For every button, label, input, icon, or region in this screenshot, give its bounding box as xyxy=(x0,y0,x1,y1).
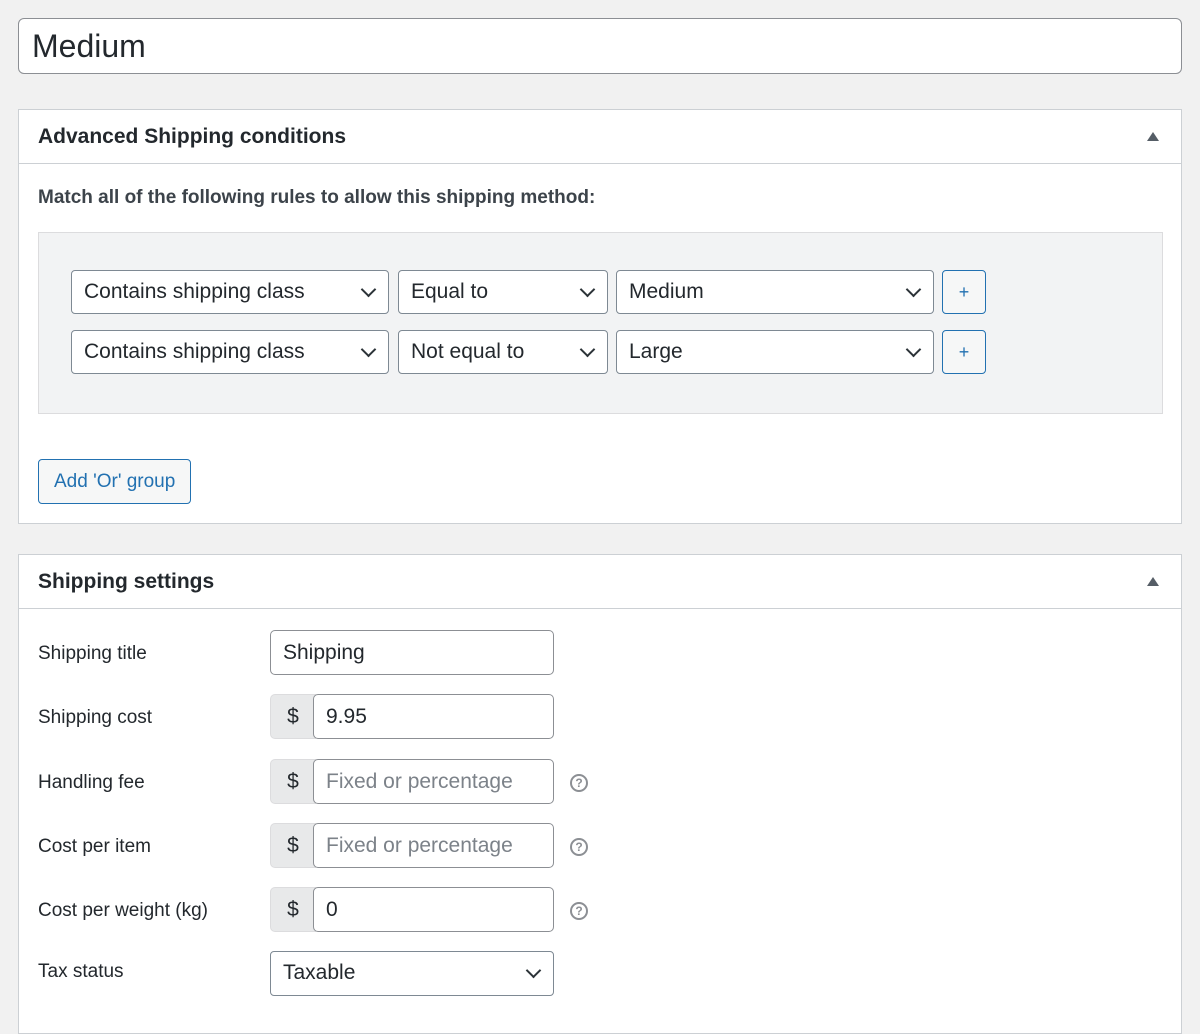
triangle-up-icon[interactable] xyxy=(1147,132,1159,141)
currency-addon: $ xyxy=(270,823,316,868)
cost-per-weight-label: Cost per weight (kg) xyxy=(38,900,209,921)
rule-value-value: Large xyxy=(629,340,683,363)
chevron-down-icon xyxy=(905,281,922,298)
tax-status-label: Tax status xyxy=(38,961,124,982)
shipping-title-label: Shipping title xyxy=(38,643,147,664)
cost-per-item-label: Cost per item xyxy=(38,836,151,857)
handling-fee-input[interactable]: Fixed or percentage xyxy=(313,759,554,804)
currency-addon: $ xyxy=(270,887,316,932)
chevron-down-icon xyxy=(525,962,542,979)
tax-status-value: Taxable xyxy=(283,961,356,984)
triangle-up-icon[interactable] xyxy=(1147,577,1159,586)
conditions-box: Advanced Shipping conditions Match all o… xyxy=(18,109,1182,524)
rule-operator-value: Equal to xyxy=(411,280,489,303)
currency-addon: $ xyxy=(270,694,316,739)
cost-per-item-input[interactable]: Fixed or percentage xyxy=(313,823,554,868)
add-or-group-button[interactable]: Add 'Or' group xyxy=(38,459,192,504)
rule-operator-select[interactable]: Not equal to xyxy=(398,330,608,374)
currency-addon: $ xyxy=(270,759,316,804)
shipping-title-input[interactable]: Shipping xyxy=(270,630,554,675)
settings-box: Shipping settings Shipping title Shippin… xyxy=(18,554,1182,1034)
settings-box-title: Shipping settings xyxy=(38,569,215,593)
rules-group: Contains shipping class Equal to Medium … xyxy=(38,232,1163,414)
rule-condition-select[interactable]: Contains shipping class xyxy=(71,270,389,314)
conditions-box-header[interactable]: Advanced Shipping conditions xyxy=(19,110,1181,164)
rule-condition-value: Contains shipping class xyxy=(84,280,305,303)
add-rule-button[interactable]: + xyxy=(942,330,986,374)
cost-per-weight-input[interactable]: 0 xyxy=(313,887,554,932)
question-circle-icon[interactable]: ? xyxy=(570,838,588,856)
chevron-down-icon xyxy=(360,281,377,298)
chevron-down-icon xyxy=(579,281,596,298)
rule-value-select[interactable]: Large xyxy=(616,330,934,374)
settings-box-header[interactable]: Shipping settings xyxy=(19,555,1181,609)
tax-status-select[interactable]: Taxable xyxy=(270,951,554,996)
chevron-down-icon xyxy=(579,341,596,358)
conditions-box-title: Advanced Shipping conditions xyxy=(38,124,347,148)
shipping-cost-input[interactable]: 9.95 xyxy=(313,694,554,739)
rule-operator-value: Not equal to xyxy=(411,340,525,363)
rule-operator-select[interactable]: Equal to xyxy=(398,270,608,314)
handling-fee-label: Handling fee xyxy=(38,772,145,793)
conditions-instruction: Match all of the following rules to allo… xyxy=(38,187,596,208)
chevron-down-icon xyxy=(360,341,377,358)
question-circle-icon[interactable]: ? xyxy=(570,902,588,920)
chevron-down-icon xyxy=(905,341,922,358)
rule-value-select[interactable]: Medium xyxy=(616,270,934,314)
add-rule-button[interactable]: + xyxy=(942,270,986,314)
method-title-input[interactable]: Medium xyxy=(18,18,1182,74)
rule-value-value: Medium xyxy=(629,280,704,303)
shipping-cost-label: Shipping cost xyxy=(38,707,153,728)
rule-condition-value: Contains shipping class xyxy=(84,340,305,363)
question-circle-icon[interactable]: ? xyxy=(570,774,588,792)
rule-condition-select[interactable]: Contains shipping class xyxy=(71,330,389,374)
